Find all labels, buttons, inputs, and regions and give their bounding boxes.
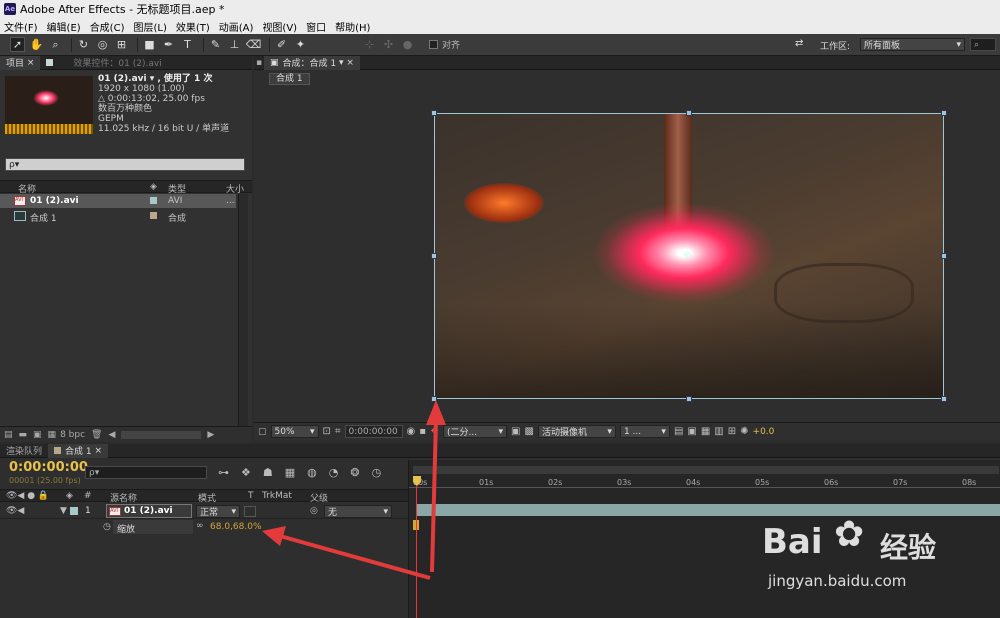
watermark-brand-2: 经验 xyxy=(880,531,937,564)
baidu-watermark: Bai ✿ 经验 jingyan.baidu.com xyxy=(762,508,998,608)
watermark-brand: Bai xyxy=(762,522,823,562)
annotation-arrowhead xyxy=(426,400,446,425)
watermark-url: jingyan.baidu.com xyxy=(768,572,907,590)
annotation-arrow-up xyxy=(430,419,438,573)
annotation-arrow-left xyxy=(279,534,431,580)
annotation-arrowhead xyxy=(262,526,286,546)
paw-icon: ✿ xyxy=(834,514,865,555)
